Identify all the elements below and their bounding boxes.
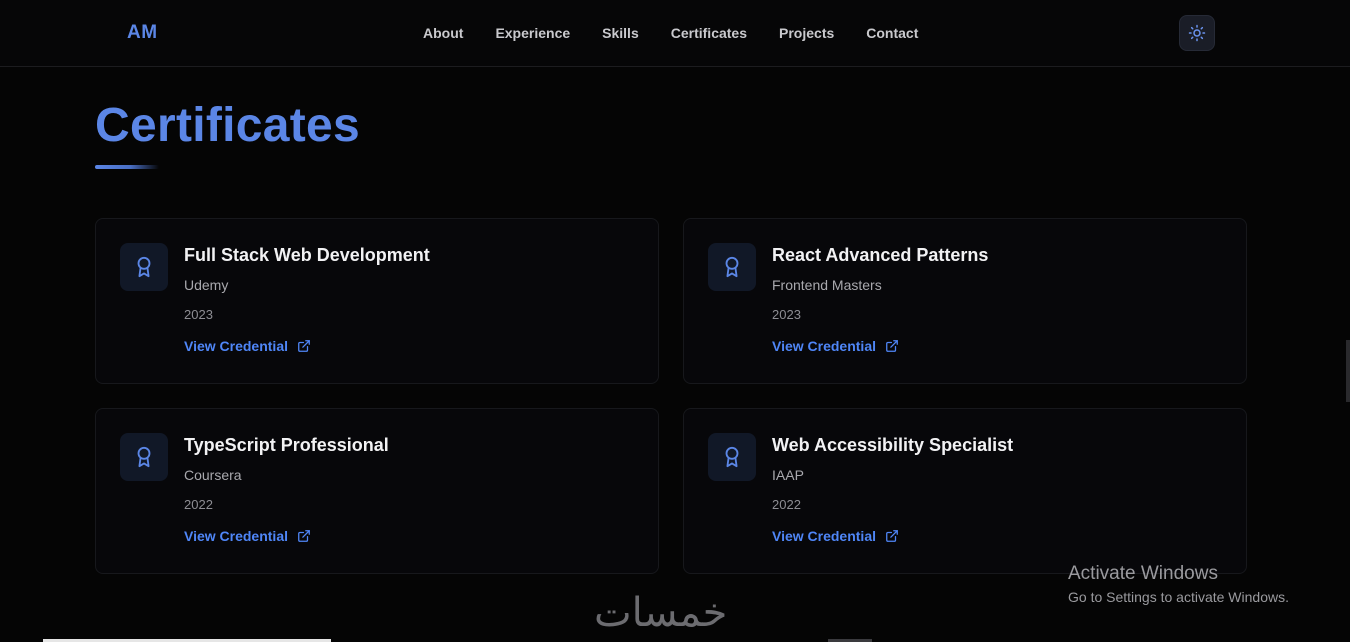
award-icon: [137, 256, 151, 278]
nav-link-experience[interactable]: Experience: [495, 25, 570, 41]
certificate-title: TypeScript Professional: [184, 435, 389, 455]
title-underline: [95, 165, 159, 169]
sun-icon: [1188, 24, 1206, 42]
view-credential-label: View Credential: [772, 338, 877, 354]
certificate-year: 2022: [772, 497, 801, 512]
view-credential-link[interactable]: View Credential: [184, 338, 311, 354]
theme-toggle-button[interactable]: [1179, 15, 1215, 51]
certificate-card: TypeScript Professional Coursera 2022 Vi…: [95, 408, 659, 574]
site-watermark-logo: خمسات: [594, 590, 728, 636]
certificate-icon-box: [708, 243, 756, 291]
external-link-icon: [886, 530, 898, 542]
certificate-icon-box: [120, 433, 168, 481]
certificate-card: Web Accessibility Specialist IAAP 2022 V…: [683, 408, 1247, 574]
certificate-card: Full Stack Web Development Udemy 2023 Vi…: [95, 218, 659, 384]
watermark-subtitle: Go to Settings to activate Windows.: [1068, 589, 1289, 605]
nav-link-contact[interactable]: Contact: [866, 25, 918, 41]
certificate-issuer: Coursera: [184, 467, 242, 483]
external-link-icon: [886, 340, 898, 352]
certificate-icon-box: [708, 433, 756, 481]
scrollbar-thumb[interactable]: [1346, 340, 1350, 402]
windows-activation-watermark: Activate Windows Go to Settings to activ…: [1068, 563, 1289, 606]
nav-link-about[interactable]: About: [423, 25, 463, 41]
view-credential-link[interactable]: View Credential: [772, 338, 899, 354]
certificate-year: 2023: [184, 307, 213, 322]
section-title: Certificates: [95, 99, 361, 152]
external-link-icon: [298, 530, 310, 542]
award-icon: [137, 446, 151, 468]
certificate-issuer: Frontend Masters: [772, 277, 882, 293]
certificate-card: React Advanced Patterns Frontend Masters…: [683, 218, 1247, 384]
view-credential-label: View Credential: [184, 338, 289, 354]
external-link-icon: [298, 340, 310, 352]
certificate-issuer: Udemy: [184, 277, 229, 293]
view-credential-label: View Credential: [184, 528, 289, 544]
award-icon: [725, 256, 739, 278]
certificate-title: Web Accessibility Specialist: [772, 435, 1014, 455]
view-credential-label: View Credential: [772, 528, 877, 544]
nav-link-skills[interactable]: Skills: [602, 25, 639, 41]
watermark-title: Activate Windows: [1068, 563, 1218, 584]
nav-link-projects[interactable]: Projects: [779, 25, 834, 41]
certificate-title: Full Stack Web Development: [184, 245, 430, 265]
nav-links: About Experience Skills Certificates Pro…: [423, 25, 918, 41]
certificate-icon-box: [120, 243, 168, 291]
certificate-year: 2022: [184, 497, 213, 512]
certificate-title: React Advanced Patterns: [772, 245, 989, 265]
award-icon: [725, 446, 739, 468]
nav-link-certificates[interactable]: Certificates: [671, 25, 747, 41]
navbar: AM About Experience Skills Certificates …: [0, 0, 1350, 67]
view-credential-link[interactable]: View Credential: [184, 528, 311, 544]
certificate-year: 2023: [772, 307, 801, 322]
view-credential-link[interactable]: View Credential: [772, 528, 899, 544]
logo[interactable]: AM: [127, 22, 158, 44]
certificate-issuer: IAAP: [772, 467, 804, 483]
